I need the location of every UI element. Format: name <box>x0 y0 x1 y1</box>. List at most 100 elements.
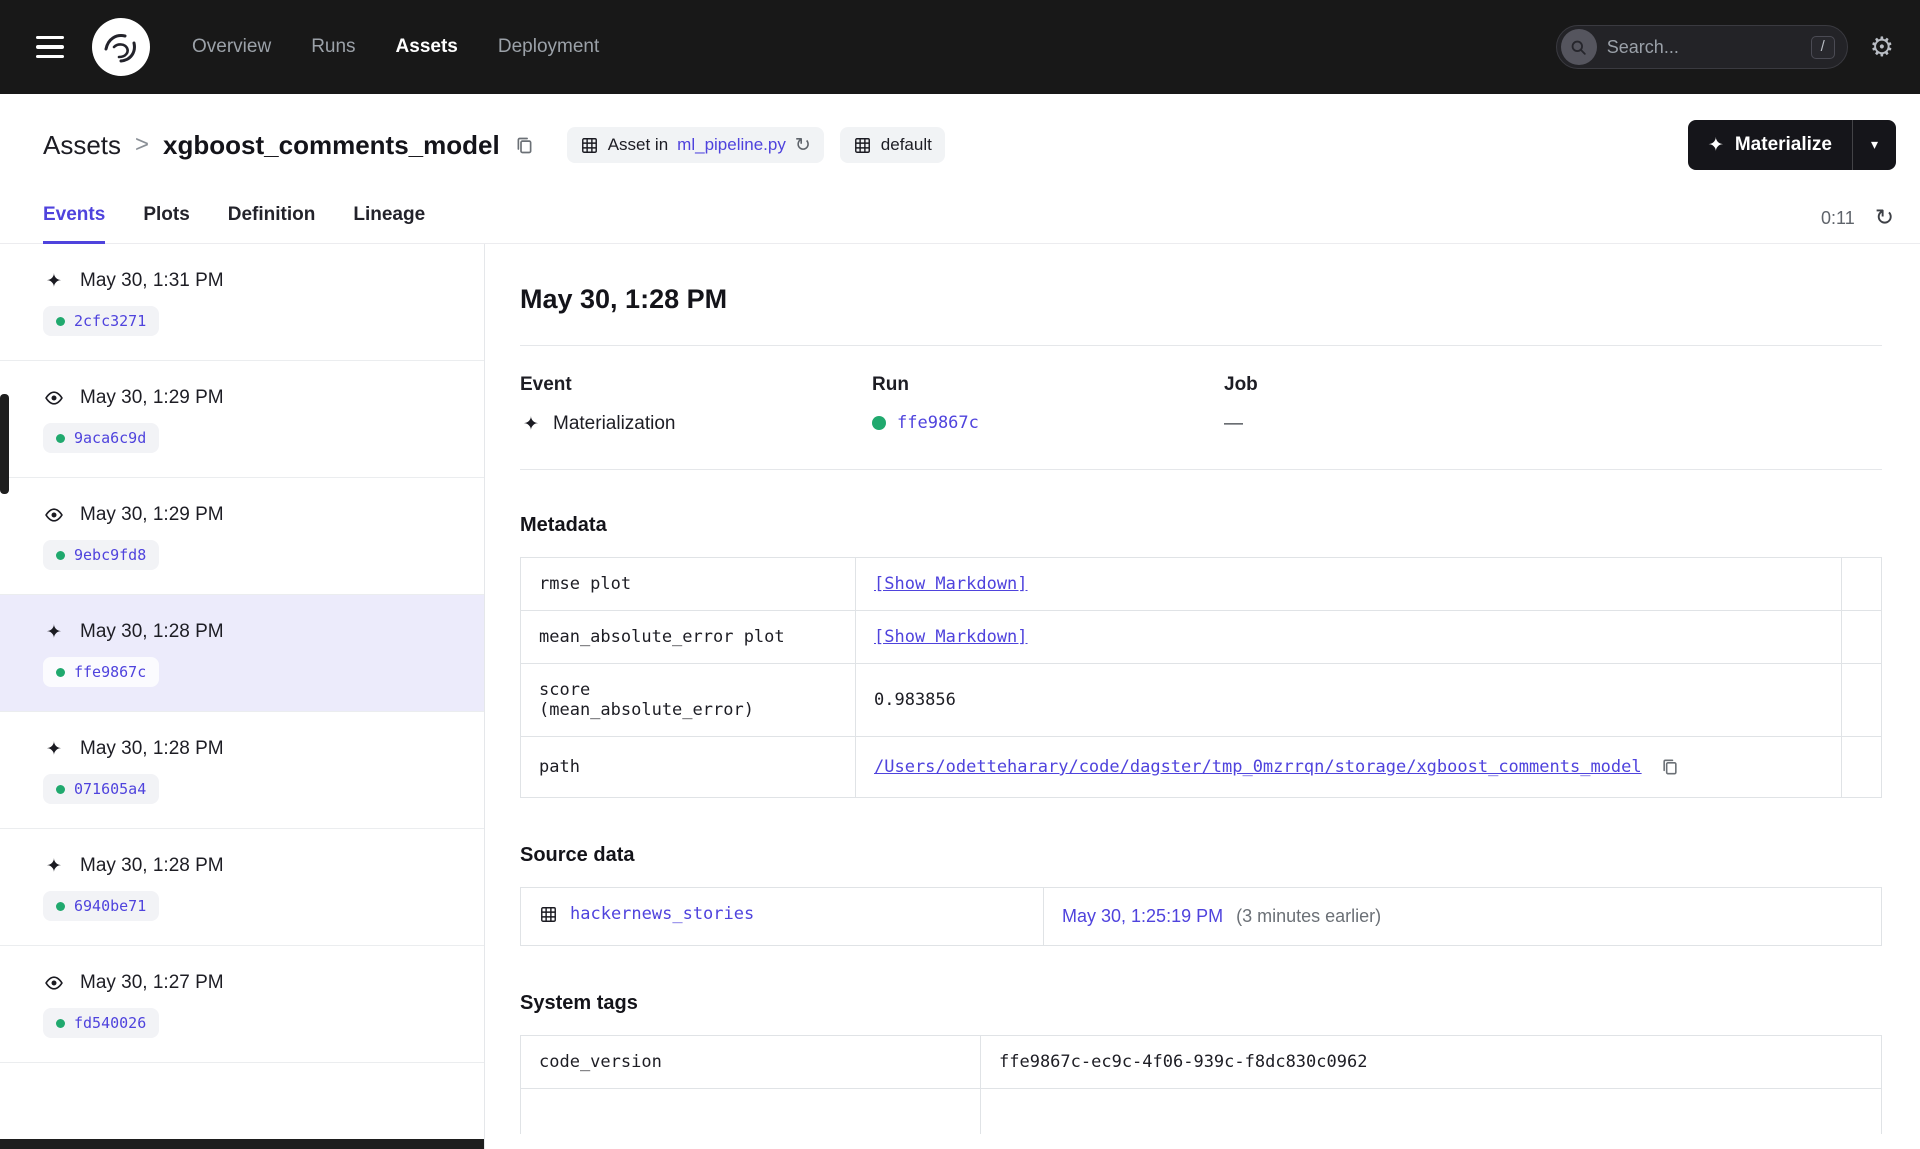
sidebar-vertical-scrollbar[interactable] <box>0 394 9 494</box>
event-time: May 30, 1:28 PM <box>80 621 224 642</box>
system-tag-key: code_version <box>520 1034 981 1089</box>
top-nav: Overview Runs Assets Deployment / ⚙ <box>0 0 1920 94</box>
materialize-dropdown-button[interactable]: ▾ <box>1852 120 1896 170</box>
run-id-badge[interactable]: 6940be71 <box>43 891 160 921</box>
system-tags-table: code_version ffe9867c-ec9c-4f06-939c-f8d… <box>520 1034 1882 1134</box>
system-tags-section-title: System tags <box>520 991 638 1014</box>
source-timestamp-link[interactable]: May 30, 1:25:19 PM <box>1062 906 1223 926</box>
event-time: May 30, 1:28 PM <box>80 855 224 876</box>
materialization-icon: ✦ <box>523 413 539 435</box>
tab-definition[interactable]: Definition <box>228 190 316 244</box>
metadata-table: rmse plot [Show Markdown] mean_absolute_… <box>520 557 1882 798</box>
source-timestamp-note: (3 minutes earlier) <box>1236 905 1382 926</box>
event-list-item[interactable]: May 30, 1:29 PM 9aca6c9d <box>0 361 484 478</box>
event-list-item[interactable]: May 30, 1:27 PM fd540026 <box>0 946 484 1063</box>
nav-item-overview[interactable]: Overview <box>192 36 271 58</box>
pipeline-file-link[interactable]: ml_pipeline.py <box>677 135 786 155</box>
metadata-section-title: Metadata <box>520 514 607 536</box>
run-id-badge[interactable]: fd540026 <box>43 1008 160 1038</box>
search-icon[interactable] <box>1560 29 1597 65</box>
group-name-label: default <box>880 135 932 154</box>
system-tag-value <box>980 1087 1882 1134</box>
run-id-link[interactable]: ffe9867c <box>897 413 979 433</box>
event-list-item[interactable]: May 30, 1:29 PM 9ebc9fd8 <box>0 478 484 595</box>
event-list-item[interactable]: ✦ May 30, 1:31 PM 2cfc3271 <box>0 244 484 361</box>
observation-eye-icon <box>43 505 65 525</box>
copy-asset-name-button[interactable] <box>510 131 539 160</box>
materialize-star-icon: ✦ <box>1707 133 1724 156</box>
materialize-button[interactable]: ✦ Materialize <box>1688 120 1852 170</box>
search-box[interactable]: / <box>1555 25 1848 69</box>
nav-item-runs[interactable]: Runs <box>311 36 355 58</box>
nav-item-assets[interactable]: Assets <box>396 36 458 58</box>
metadata-key: path <box>520 736 856 798</box>
reload-code-location-icon[interactable]: ↻ <box>795 135 811 155</box>
storage-path-link[interactable]: /Users/odetteharary/code/dagster/tmp_0mz… <box>874 757 1642 777</box>
run-id-label: 9aca6c9d <box>74 429 147 447</box>
run-status-dot <box>872 416 886 430</box>
event-column-label: Event <box>520 374 572 395</box>
run-id-label: 9ebc9fd8 <box>74 546 147 564</box>
table-row: score (mean_absolute_error) 0.983856 <box>520 663 1882 737</box>
materialize-label: Materialize <box>1734 134 1832 155</box>
metadata-actions-cell <box>1841 557 1882 611</box>
observation-eye-icon <box>43 388 65 408</box>
system-tag-key <box>520 1087 981 1134</box>
run-id-badge[interactable]: 071605a4 <box>43 774 160 804</box>
run-id-label: 071605a4 <box>74 780 147 798</box>
tab-lineage[interactable]: Lineage <box>353 190 425 244</box>
run-id-label: ffe9867c <box>74 663 147 681</box>
primary-nav: Overview Runs Assets Deployment <box>192 36 599 58</box>
run-status-dot <box>56 316 65 326</box>
show-markdown-link[interactable]: [Show Markdown] <box>874 627 1028 647</box>
run-id-label: 6940be71 <box>74 897 147 915</box>
run-id-badge[interactable]: ffe9867c <box>43 657 160 687</box>
page-title: xgboost_comments_model <box>163 129 500 160</box>
gear-icon[interactable]: ⚙ <box>1870 34 1894 61</box>
event-list-item[interactable]: ✦ May 30, 1:28 PM 6940be71 <box>0 829 484 946</box>
tab-plots[interactable]: Plots <box>143 190 189 244</box>
metadata-key: rmse plot <box>520 557 856 611</box>
event-time: May 30, 1:29 PM <box>80 387 224 408</box>
table-row: path /Users/odetteharary/code/dagster/tm… <box>520 736 1882 798</box>
refresh-icon[interactable]: ↻ <box>1875 207 1894 230</box>
materialization-icon: ✦ <box>46 270 62 292</box>
event-type-value: Materialization <box>553 413 676 434</box>
dagster-logo-icon[interactable] <box>92 18 150 76</box>
search-shortcut-key: / <box>1810 35 1835 59</box>
system-tag-value: ffe9867c-ec9c-4f06-939c-f8dc830c0962 <box>980 1034 1882 1089</box>
asset-group-badge[interactable]: default <box>839 127 945 163</box>
metadata-actions-cell <box>1841 663 1882 737</box>
nav-item-deployment[interactable]: Deployment <box>498 36 599 58</box>
table-row: mean_absolute_error plot [Show Markdown] <box>520 610 1882 664</box>
run-status-dot <box>56 667 65 677</box>
job-column-label: Job <box>1224 374 1258 395</box>
source-asset-name: hackernews_stories <box>570 904 755 924</box>
observation-eye-icon <box>43 973 65 993</box>
table-row <box>520 1087 1882 1134</box>
materialization-icon: ✦ <box>46 738 62 760</box>
tabs-bar: Events Plots Definition Lineage 0:11 ↻ <box>0 190 1920 244</box>
menu-icon[interactable] <box>30 30 70 65</box>
event-detail-heading: May 30, 1:28 PM <box>520 284 728 314</box>
run-id-label: 2cfc3271 <box>74 312 147 330</box>
search-input[interactable] <box>1606 36 1801 58</box>
event-list-item[interactable]: ✦ May 30, 1:28 PM 071605a4 <box>0 712 484 829</box>
table-icon <box>541 906 556 922</box>
tab-events[interactable]: Events <box>43 190 106 244</box>
event-detail-panel: May 30, 1:28 PM Event ✦ Materialization … <box>485 244 1920 1149</box>
sidebar-horizontal-scrollbar[interactable] <box>0 1139 484 1149</box>
event-list-item-selected[interactable]: ✦ May 30, 1:28 PM ffe9867c <box>0 595 484 712</box>
metadata-actions-cell <box>1841 610 1882 664</box>
breadcrumb-separator: > <box>135 131 150 158</box>
materialize-split-button: ✦ Materialize ▾ <box>1687 120 1896 170</box>
breadcrumb-assets-link[interactable]: Assets <box>43 130 121 161</box>
copy-path-button[interactable] <box>1656 753 1684 781</box>
metadata-value: 0.983856 <box>855 663 1842 737</box>
run-id-badge[interactable]: 9aca6c9d <box>43 423 160 453</box>
run-id-badge[interactable]: 9ebc9fd8 <box>43 540 160 570</box>
materialization-icon: ✦ <box>46 621 62 643</box>
run-id-badge[interactable]: 2cfc3271 <box>43 306 160 336</box>
source-asset-link[interactable]: hackernews_stories <box>539 904 754 924</box>
show-markdown-link[interactable]: [Show Markdown] <box>874 574 1028 594</box>
